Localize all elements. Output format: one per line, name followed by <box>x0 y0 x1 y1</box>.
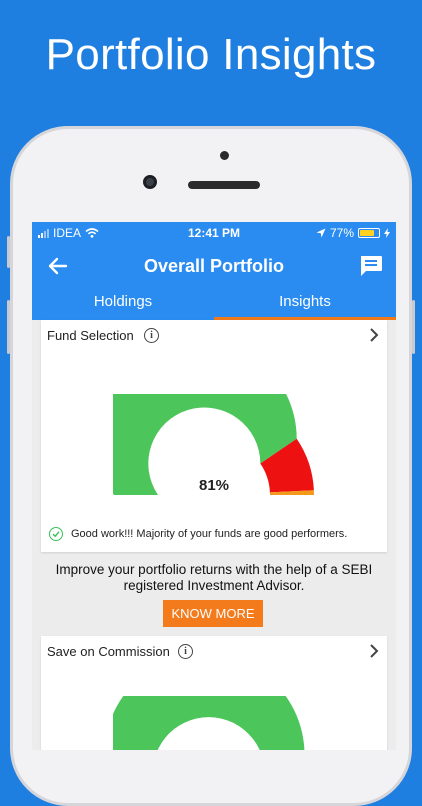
side-button-left <box>7 236 10 268</box>
commission-title: Save on Commission <box>47 644 170 659</box>
know-more-button[interactable]: KNOW MORE <box>163 600 263 627</box>
app-screen: IDEA 12:41 PM 77% Overall Portfolio Hold… <box>32 222 396 750</box>
promo-line-1: Improve your portfolio returns with the … <box>55 562 373 577</box>
chevron-right-icon[interactable] <box>367 327 381 343</box>
tab-insights[interactable]: Insights <box>214 288 396 320</box>
fund-selection-percent: 81% <box>198 477 230 494</box>
nav-row: Overall Portfolio <box>32 244 396 288</box>
chevron-right-icon[interactable] <box>367 643 381 659</box>
chat-icon[interactable] <box>358 254 384 278</box>
save-on-commission-card[interactable]: Save on Commission i <box>41 636 387 750</box>
commission-gauge-good-segment <box>113 696 305 750</box>
side-button-right <box>412 300 415 354</box>
info-icon[interactable]: i <box>144 328 159 343</box>
front-sensor <box>220 151 229 160</box>
tab-holdings[interactable]: Holdings <box>32 288 214 320</box>
fund-selection-card[interactable]: Fund Selection i 81% Good work!!! Majori… <box>41 320 387 552</box>
fund-selection-title: Fund Selection <box>47 328 134 343</box>
tab-bar: Holdings Insights <box>32 288 396 320</box>
promo-headline: Portfolio Insights <box>45 30 377 79</box>
front-camera <box>143 175 157 189</box>
status-bar: IDEA 12:41 PM 77% <box>32 222 396 244</box>
info-icon[interactable]: i <box>178 644 193 659</box>
advisor-promo: Improve your portfolio returns with the … <box>32 562 396 594</box>
location-icon <box>316 228 326 238</box>
battery-percent: 77% <box>329 226 354 240</box>
app-bar: IDEA 12:41 PM 77% Overall Portfolio Hold… <box>32 222 396 320</box>
commission-gauge <box>113 696 305 750</box>
battery-icon <box>358 228 380 238</box>
charging-icon <box>384 228 390 238</box>
page-title: Overall Portfolio <box>143 256 285 276</box>
side-button-left-lower <box>7 300 10 354</box>
promo-line-2: registered Investment Advisor. <box>123 578 305 593</box>
earpiece-speaker <box>188 181 260 189</box>
good-work-message: Good work!!! Majority of your funds are … <box>49 527 347 541</box>
good-work-text: Good work!!! Majority of your funds are … <box>71 528 348 540</box>
check-circle-icon <box>49 527 63 541</box>
